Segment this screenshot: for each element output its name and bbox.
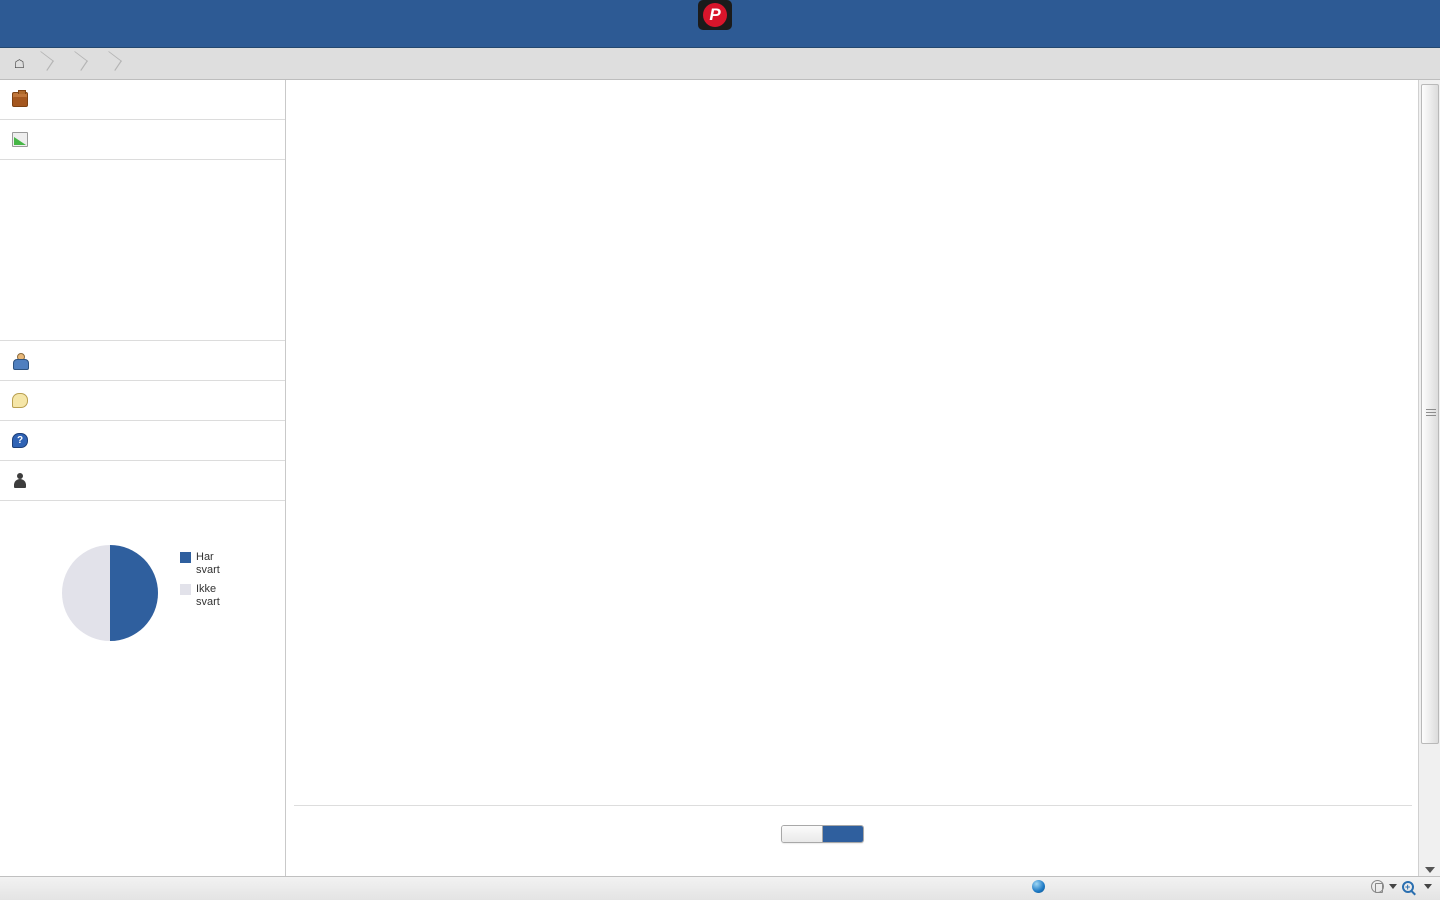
legend-swatch-icon xyxy=(180,584,191,595)
breadcrumb-item-hjem[interactable]: ☖ xyxy=(0,48,51,80)
scroll-down-arrow-icon[interactable] xyxy=(1425,867,1435,873)
breadcrumb-separator-icon xyxy=(37,52,49,76)
breadcrumb-item-statistikk xyxy=(119,48,153,80)
sidebar: ? Har svart Ikke svart xyxy=(0,80,286,876)
legend-swatch-icon xyxy=(180,552,191,563)
sidebar-subitem-sporsmal[interactable] xyxy=(0,249,285,276)
sidebar-subitem-typer[interactable] xyxy=(0,276,285,303)
normal-view-button[interactable] xyxy=(782,826,823,842)
breadcrumb-item-prosjekter[interactable] xyxy=(51,48,85,80)
sidebar-item-sporsmal[interactable] xyxy=(0,381,285,421)
pie-chart-graphic xyxy=(62,545,158,641)
pie-legend-item-ikke-svart: Ikke svart xyxy=(180,583,220,609)
home-icon: ☖ xyxy=(14,56,25,71)
magnifier-icon[interactable]: + xyxy=(1402,880,1414,893)
sidebar-subitem-eksportere[interactable] xyxy=(0,303,285,330)
pie-legend-label: Ikke svart xyxy=(196,583,220,608)
p-logo-letter: P xyxy=(709,5,721,24)
chart-svg xyxy=(286,140,1418,800)
scrollbar-grip-icon xyxy=(1426,409,1436,416)
sidebar-submenu xyxy=(0,160,285,341)
breadcrumb: ☖ xyxy=(0,48,1440,80)
breadcrumb-item-dvision[interactable] xyxy=(85,48,119,80)
privacy-report-icon[interactable] xyxy=(1371,880,1384,893)
main-content xyxy=(286,80,1418,876)
page-scrollbar[interactable] xyxy=(1418,80,1440,876)
zoom-controls[interactable]: + xyxy=(1371,880,1432,893)
pie-legend: Har svart Ikke svart xyxy=(180,551,220,615)
chevron-down-icon[interactable] xyxy=(1389,884,1397,889)
globe-icon xyxy=(1032,880,1045,893)
sidebar-subitem-deltakelse[interactable] xyxy=(0,168,285,195)
pie-slice-har-svart xyxy=(110,545,158,641)
person-icon xyxy=(12,473,28,488)
browser-status-bar: + xyxy=(0,876,1440,900)
content-divider xyxy=(294,805,1412,806)
manager-icon xyxy=(12,353,29,370)
pie-legend-item-har-svart: Har svart xyxy=(180,551,220,577)
sidebar-item-kommentarer[interactable]: ? xyxy=(0,421,285,461)
briefcase-icon xyxy=(12,90,28,107)
pie-legend-label: Har svart xyxy=(196,551,220,576)
sidebar-item-oversikt[interactable] xyxy=(0,80,285,120)
round-summary-panel: Har svart Ikke svart xyxy=(0,501,285,720)
sidebar-subitem-totalindeks[interactable] xyxy=(0,195,285,222)
scrollbar-thumb[interactable] xyxy=(1421,84,1439,744)
rundesummering-area-chart xyxy=(286,140,1418,800)
security-zone-indicator[interactable] xyxy=(1032,880,1050,893)
p-logo-icon: P xyxy=(698,0,732,30)
sidebar-item-statistikk[interactable] xyxy=(0,120,285,160)
speech-bubble-icon xyxy=(12,393,28,408)
sidebar-item-managers[interactable] xyxy=(0,341,285,381)
breadcrumb-separator-icon xyxy=(71,52,83,76)
top-header-bar: P xyxy=(0,0,1440,48)
breadcrumb-separator-icon xyxy=(105,52,117,76)
view-mode-toggle xyxy=(781,825,864,843)
chevron-down-icon[interactable] xyxy=(1424,884,1432,889)
chart-icon xyxy=(12,132,28,147)
sidebar-subitem-rundesummering[interactable] xyxy=(0,222,285,249)
participation-pie-chart: Har svart Ikke svart xyxy=(0,545,285,720)
question-bubble-icon: ? xyxy=(12,433,28,448)
prosent-view-button[interactable] xyxy=(823,826,863,842)
sidebar-item-respondenter[interactable] xyxy=(0,461,285,501)
